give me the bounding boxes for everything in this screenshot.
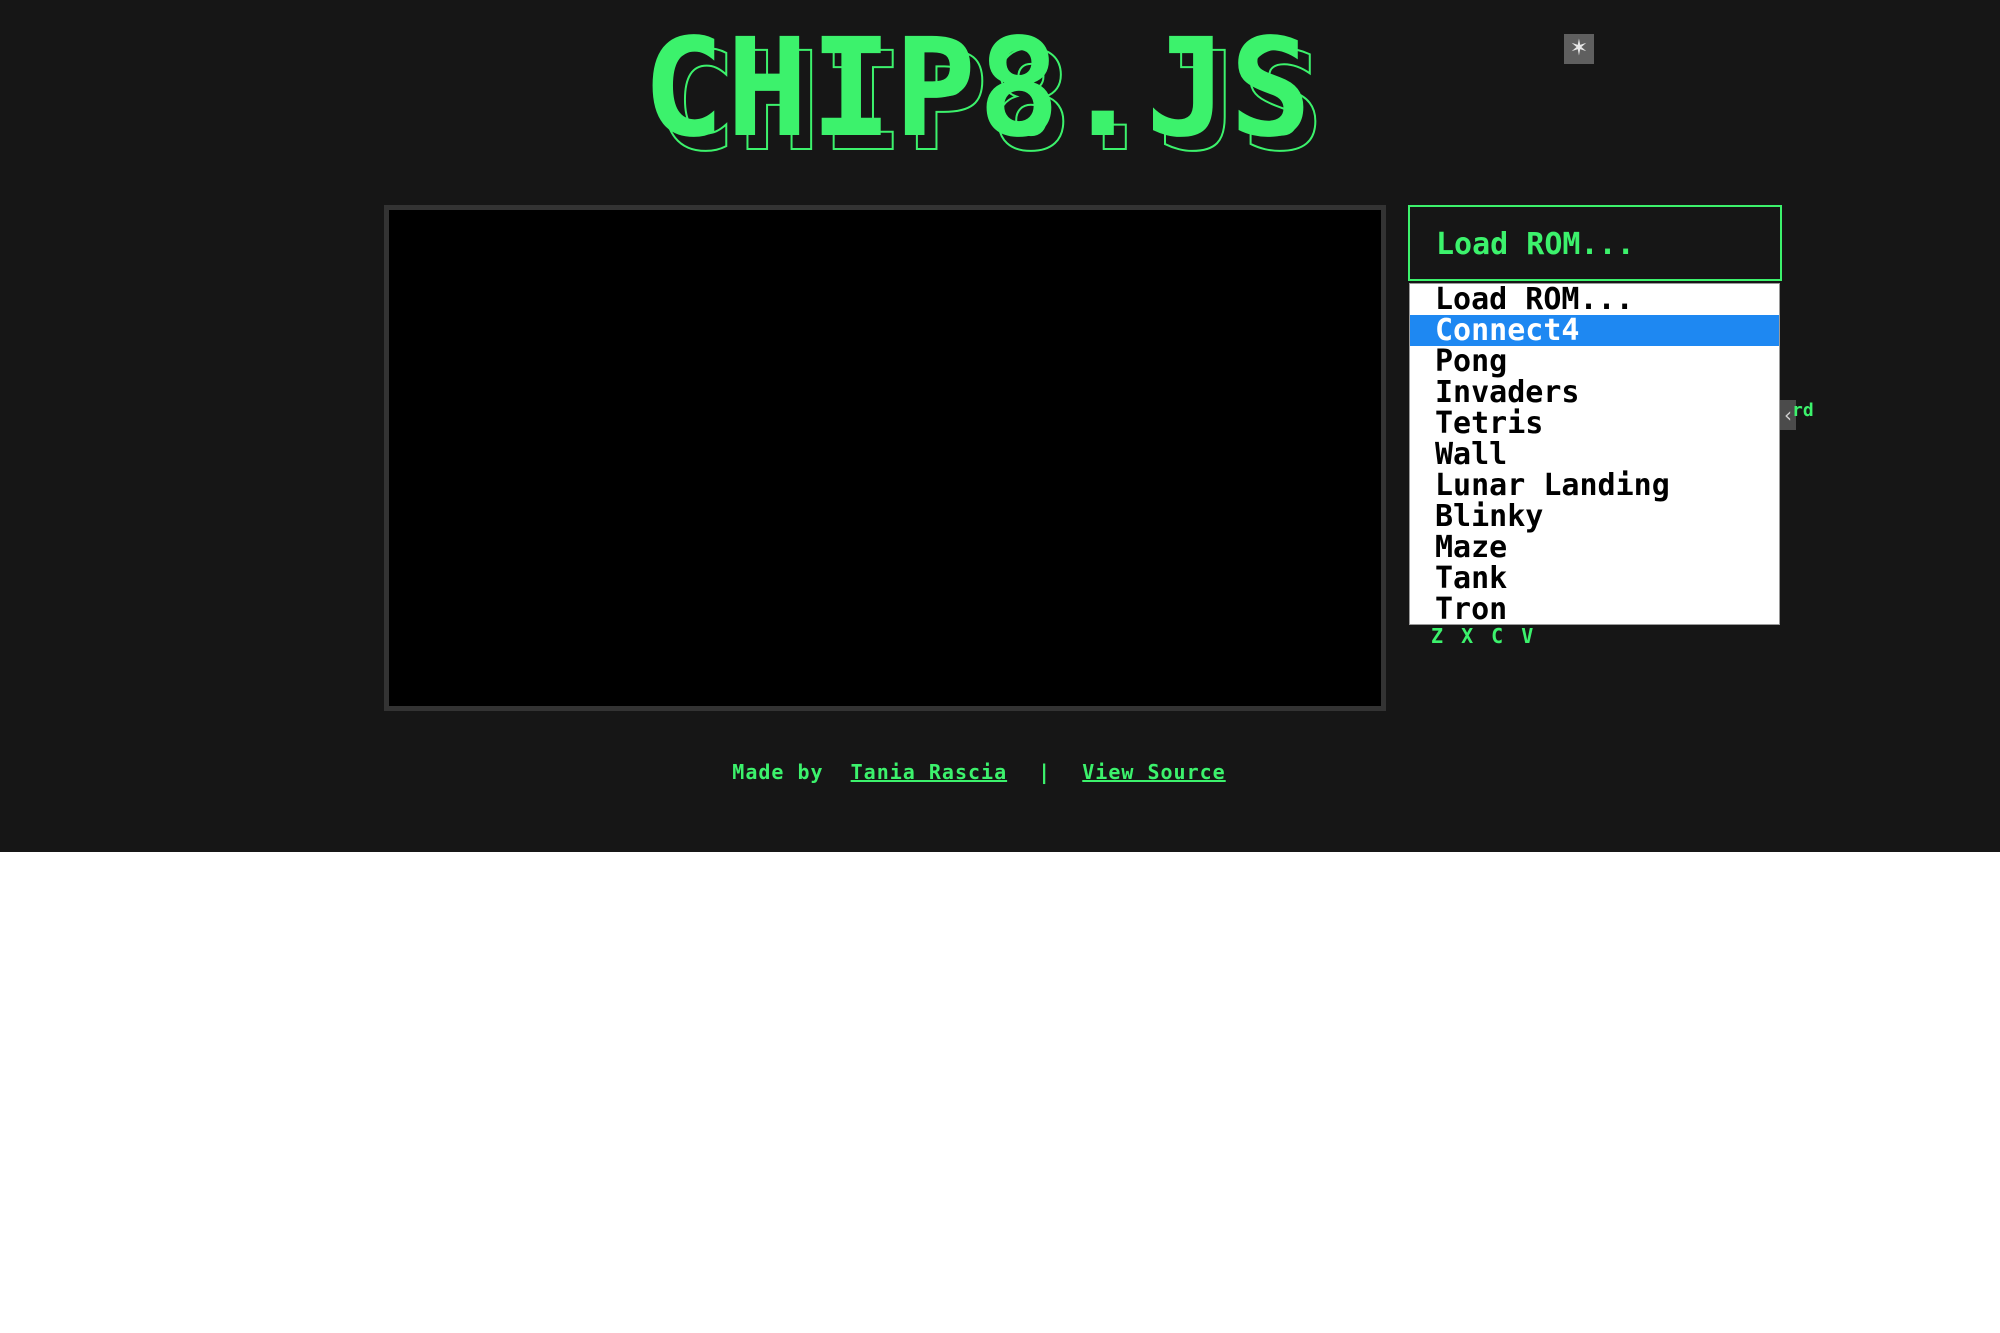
rom-option[interactable]: Blinky bbox=[1410, 501, 1779, 532]
rom-select[interactable]: Load ROM... bbox=[1408, 205, 1782, 281]
rom-option-selected[interactable]: Connect4 bbox=[1410, 315, 1779, 346]
rom-dropdown-list[interactable]: Load ROM... Connect4 Pong Invaders Tetri… bbox=[1409, 283, 1780, 625]
made-by-label: Made by bbox=[732, 760, 824, 784]
rom-option[interactable]: Wall bbox=[1410, 439, 1779, 470]
logo: CHIP8.JS CHIP8.JS bbox=[0, 10, 1956, 179]
logo-title: CHIP8.JS bbox=[642, 10, 1314, 168]
rom-option[interactable]: Tank bbox=[1410, 563, 1779, 594]
keyboard-label-partial: rd bbox=[1792, 400, 1814, 421]
rom-option[interactable]: Load ROM... bbox=[1410, 284, 1779, 315]
rom-option[interactable]: Lunar Landing bbox=[1410, 470, 1779, 501]
rom-option[interactable]: Tetris bbox=[1410, 408, 1779, 439]
rom-option[interactable]: Tron bbox=[1410, 594, 1779, 625]
broken-image-icon: ✶ bbox=[1564, 34, 1594, 64]
page-background: CHIP8.JS CHIP8.JS ✶ Load ROM... ‹ rd Loa… bbox=[0, 0, 2000, 852]
view-source-link[interactable]: View Source bbox=[1082, 760, 1225, 784]
rom-option[interactable]: Maze bbox=[1410, 532, 1779, 563]
keyboard-keys-row: Z X C V bbox=[1431, 624, 1537, 648]
rom-option[interactable]: Pong bbox=[1410, 346, 1779, 377]
author-link[interactable]: Tania Rascia bbox=[851, 760, 1008, 784]
footer: Made by Tania Rascia | View Source bbox=[0, 760, 1958, 784]
footer-separator: | bbox=[1038, 760, 1052, 784]
emulator-screen bbox=[384, 205, 1386, 711]
rom-option[interactable]: Invaders bbox=[1410, 377, 1779, 408]
